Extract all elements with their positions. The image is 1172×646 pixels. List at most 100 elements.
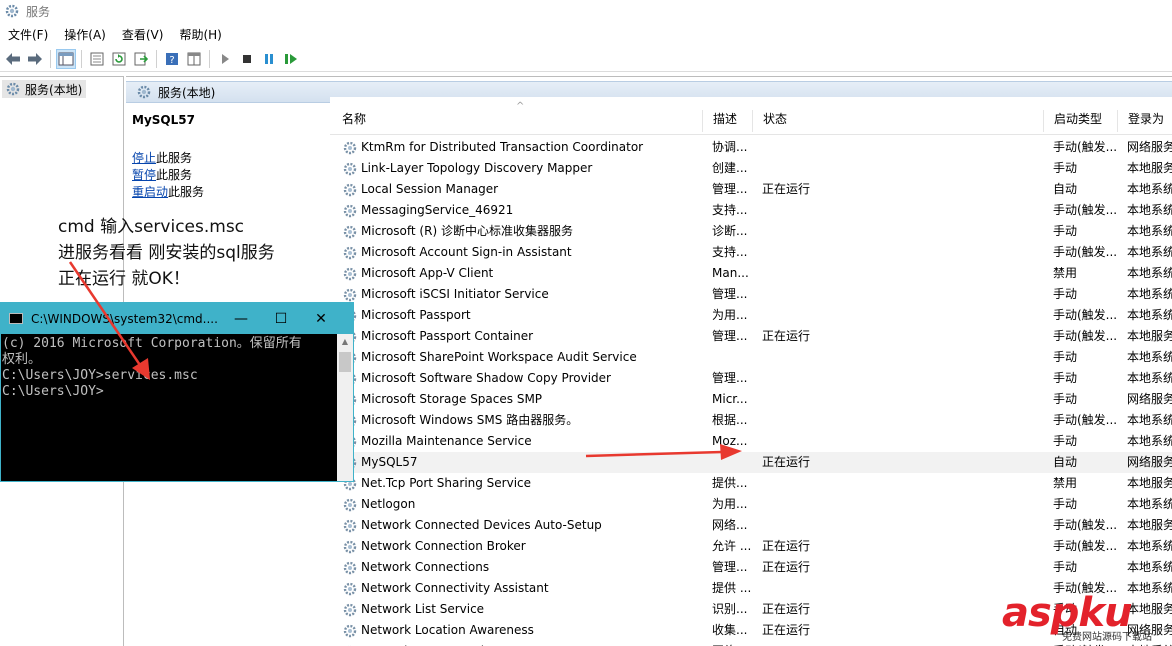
table-row[interactable]: MessagingService_46921 支持... 手动(触发... 本地系统	[330, 200, 1172, 221]
service-name-cell: Microsoft App-V Client	[342, 263, 702, 284]
table-row[interactable]: KtmRm for Distributed Transaction Coordi…	[330, 137, 1172, 158]
service-name-cell: Microsoft Storage Spaces SMP	[342, 389, 702, 410]
service-name-cell: Microsoft (R) 诊断中心标准收集器服务	[342, 221, 702, 242]
service-logon-as: 本地服务	[1127, 476, 1172, 490]
table-row[interactable]: Microsoft Software Shadow Copy Provider 管…	[330, 368, 1172, 389]
stop-service-button[interactable]	[237, 49, 257, 69]
pause-icon	[265, 53, 273, 64]
service-name: Net.Tcp Port Sharing Service	[361, 476, 532, 490]
back-button[interactable]	[3, 49, 23, 69]
cmd-scrollbar[interactable]: ▲	[337, 334, 353, 481]
service-startup-type: 手动	[1053, 497, 1078, 511]
show-console-tree-button[interactable]	[56, 48, 76, 69]
table-row[interactable]: Microsoft SharePoint Workspace Audit Ser…	[330, 347, 1172, 368]
scroll-up-icon[interactable]: ▲	[337, 334, 353, 350]
service-status	[762, 137, 842, 158]
column-header-logon-as[interactable]: 登录为	[1117, 110, 1172, 132]
table-row[interactable]: Microsoft App-V Client Man... 禁用 本地系统	[330, 263, 1172, 284]
service-startup-type: 手动	[1053, 350, 1078, 364]
view-icon	[187, 52, 201, 65]
service-gear-icon	[343, 183, 357, 196]
stop-service-link[interactable]: 停止	[132, 151, 156, 165]
table-row[interactable]: Mozilla Maintenance Service Moz... 手动 本地系统	[330, 431, 1172, 452]
service-status	[762, 410, 842, 431]
service-startup-type: 手动(触发...	[1053, 413, 1118, 427]
service-status	[762, 263, 842, 284]
service-description: 识别...	[712, 602, 748, 616]
table-row[interactable]: Microsoft (R) 诊断中心标准收集器服务 诊断... 手动 本地系统	[330, 221, 1172, 242]
table-row[interactable]: Microsoft Passport Container 管理... 正在运行 手动(…	[330, 326, 1172, 347]
refresh-button[interactable]	[109, 49, 129, 69]
service-logon-as: 本地系统	[1127, 497, 1172, 511]
service-status	[762, 473, 842, 494]
column-header-name[interactable]: 名称	[330, 110, 702, 132]
tree-node-services-local[interactable]: 服务(本地)	[2, 80, 86, 98]
table-row[interactable]: Microsoft Account Sign-in Assistant 支持...…	[330, 242, 1172, 263]
menu-view[interactable]: 查看(V)	[114, 26, 172, 43]
pause-service-action: 暂停此服务	[132, 166, 192, 183]
column-header-description[interactable]: 描述	[702, 110, 752, 132]
cmd-console-output[interactable]: (c) 2016 Microsoft Corporation。保留所有 权利。 C:…	[1, 334, 337, 481]
table-row[interactable]: Microsoft Storage Spaces SMP Micr... 手动 网络服…	[330, 389, 1172, 410]
table-row[interactable]: Network Connected Devices Auto-Setup 网络..…	[330, 515, 1172, 536]
table-row[interactable]: Microsoft Passport 为用... 手动(触发... 本地系统	[330, 305, 1172, 326]
start-service-button[interactable]	[215, 49, 235, 69]
minimize-button[interactable]: —	[221, 303, 261, 334]
table-row[interactable]: Network Connection Broker 允许 ... 正在运行 手动(触发…	[330, 536, 1172, 557]
service-description: 创建...	[712, 161, 748, 175]
restart-service-button[interactable]	[281, 49, 301, 69]
service-gear-icon	[343, 204, 357, 217]
service-status	[762, 368, 842, 389]
service-logon-as: 本地系统	[1127, 539, 1172, 553]
menu-file[interactable]: 文件(F)	[0, 26, 56, 43]
service-name: Microsoft iSCSI Initiator Service	[361, 287, 549, 301]
toolbar: ?	[0, 46, 1172, 72]
table-row[interactable]: Microsoft iSCSI Initiator Service 管理... 手动…	[330, 284, 1172, 305]
view-button[interactable]	[184, 49, 204, 69]
service-name-cell: Local Session Manager	[342, 179, 702, 200]
cmd-window[interactable]: C:\WINDOWS\system32\cmd.... — ☐ ✕ (c) 20…	[0, 302, 354, 482]
table-row[interactable]: Local Session Manager 管理... 正在运行 自动 本地系统	[330, 179, 1172, 200]
service-name: Network Location Awareness	[361, 623, 534, 637]
maximize-button[interactable]: ☐	[261, 303, 301, 334]
services-gear-icon	[6, 82, 20, 96]
service-startup-type: 自动	[1053, 455, 1078, 469]
column-header-startup-type[interactable]: 启动类型	[1043, 110, 1117, 132]
service-status	[762, 578, 842, 599]
service-startup-type: 手动	[1053, 392, 1078, 406]
pause-service-button[interactable]	[259, 49, 279, 69]
table-row[interactable]: Netlogon 为用... 手动 本地系统	[330, 494, 1172, 515]
close-button[interactable]: ✕	[301, 303, 341, 334]
service-startup-type: 手动(触发...	[1053, 539, 1118, 553]
service-name: Local Session Manager	[361, 182, 499, 196]
service-name-cell: Network Connections	[342, 557, 702, 578]
service-logon-as: 网络服务	[1127, 140, 1172, 154]
toolbar-separator	[209, 49, 210, 68]
forward-button[interactable]	[25, 49, 45, 69]
export-list-button[interactable]	[131, 49, 151, 69]
help-button[interactable]: ?	[162, 49, 182, 69]
menu-action[interactable]: 操作(A)	[56, 26, 114, 43]
service-startup-type: 手动	[1053, 287, 1078, 301]
menu-help[interactable]: 帮助(H)	[171, 26, 229, 43]
service-logon-as: 本地系统	[1127, 182, 1172, 196]
table-row[interactable]: Link-Layer Topology Discovery Mapper 创建..…	[330, 158, 1172, 179]
cmd-title-bar[interactable]: C:\WINDOWS\system32\cmd.... — ☐ ✕	[1, 303, 353, 334]
table-row[interactable]: MySQL57 正在运行 自动 网络服务	[330, 452, 1172, 473]
service-gear-icon	[343, 141, 357, 154]
annotation-line-2: 进服务看看 刚安装的sql服务	[58, 243, 275, 263]
table-row[interactable]: Network Connections 管理... 正在运行 手动 本地系统	[330, 557, 1172, 578]
properties-button[interactable]	[87, 49, 107, 69]
table-row[interactable]: Microsoft Windows SMS 路由器服务。 根据... 手动(触发..…	[330, 410, 1172, 431]
service-name: Network Connectivity Assistant	[361, 581, 549, 595]
scrollbar-thumb[interactable]	[339, 352, 351, 372]
column-header-status[interactable]: 状态	[752, 110, 1047, 132]
service-startup-type: 手动(触发...	[1053, 518, 1118, 532]
service-name-cell: Mozilla Maintenance Service	[342, 431, 702, 452]
window-title: 服务	[26, 4, 51, 19]
restart-service-link[interactable]: 重启动	[132, 185, 168, 199]
pause-service-link[interactable]: 暂停	[132, 168, 156, 182]
service-gear-icon	[343, 288, 357, 301]
service-description: 支持...	[712, 203, 748, 217]
table-row[interactable]: Net.Tcp Port Sharing Service 提供... 禁用 本地服务	[330, 473, 1172, 494]
